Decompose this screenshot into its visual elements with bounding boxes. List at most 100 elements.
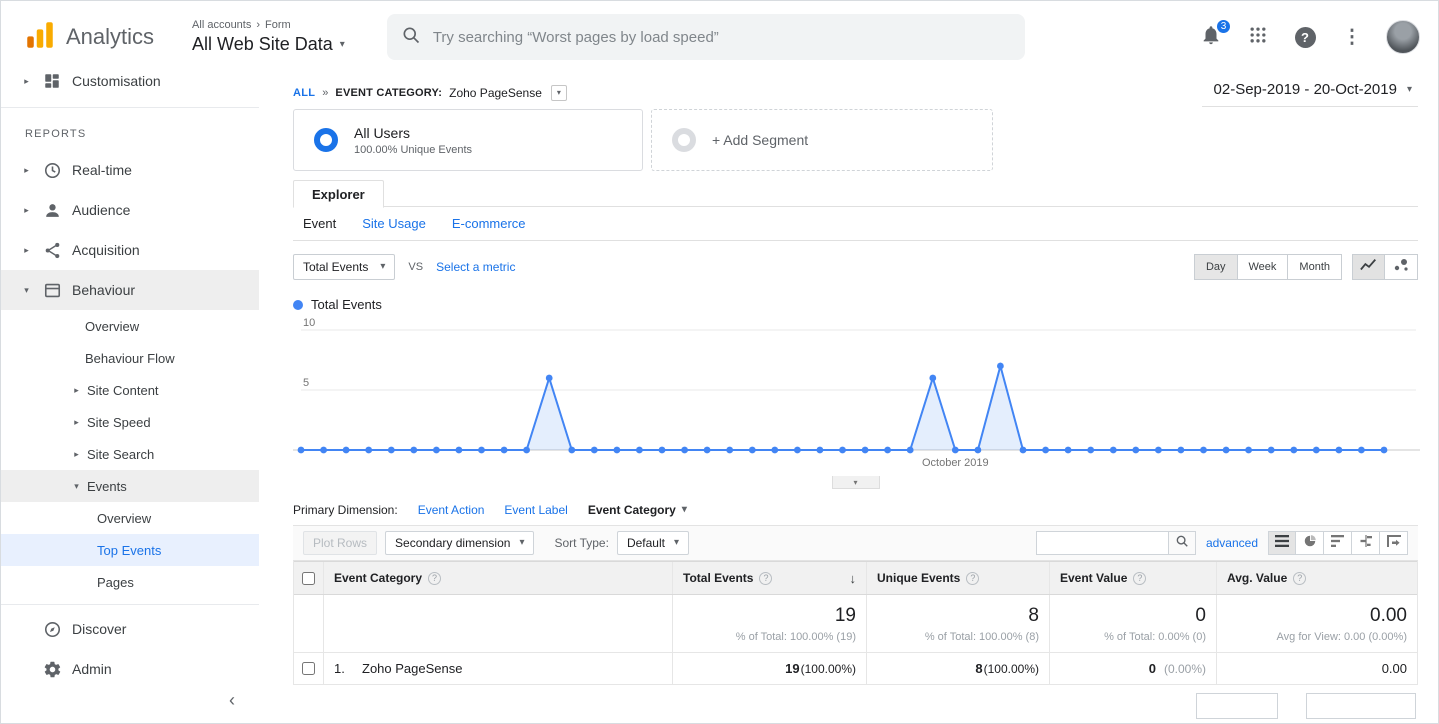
chevron-right-icon xyxy=(71,385,82,396)
help-tooltip-icon[interactable] xyxy=(1133,571,1147,585)
sidebar-item-pages[interactable]: Pages xyxy=(1,566,259,598)
header-unique-events[interactable]: Unique Events xyxy=(866,562,1049,594)
column-label: Event Category xyxy=(334,571,423,585)
help-tooltip-icon[interactable] xyxy=(428,571,442,585)
table-summary-row: 19 % of Total: 100.00% (19) 8 % of Total… xyxy=(294,595,1417,653)
account-picker[interactable]: All accounts › Form All Web Site Data xyxy=(192,19,345,55)
sidebar-item-acquisition[interactable]: Acquisition xyxy=(1,230,259,270)
table-search xyxy=(1035,531,1196,555)
chart-legend: Total Events xyxy=(293,297,1418,312)
sidebar-item-behaviour-overview[interactable]: Overview xyxy=(1,310,259,342)
sidebar-item-site-content[interactable]: Site Content xyxy=(1,374,259,406)
header-avg-value[interactable]: Avg. Value xyxy=(1216,562,1417,594)
plot-rows-button[interactable]: Plot Rows xyxy=(303,531,378,555)
performance-view-button[interactable] xyxy=(1324,531,1352,555)
notifications-button[interactable]: 3 xyxy=(1198,18,1232,50)
granularity-month-button[interactable]: Month xyxy=(1288,254,1342,280)
analytics-logo[interactable]: Analytics xyxy=(23,18,154,57)
percentage-view-button[interactable] xyxy=(1296,531,1324,555)
caret-down-icon xyxy=(380,262,385,272)
date-range-picker[interactable]: 02-Sep-2019 - 20-Oct-2019 xyxy=(1201,79,1418,107)
filter-all-link[interactable]: ALL xyxy=(293,87,315,99)
dimension-event-label[interactable]: Event Label xyxy=(504,503,567,517)
sidebar-divider xyxy=(1,604,259,605)
sidebar-item-events[interactable]: Events xyxy=(1,470,259,502)
sidebar-item-discover[interactable]: Discover xyxy=(1,609,259,649)
sidebar-item-site-speed[interactable]: Site Speed xyxy=(1,406,259,438)
row-category-link[interactable]: Zoho PageSense xyxy=(362,661,462,676)
sidebar-item-behaviour[interactable]: Behaviour xyxy=(1,270,259,310)
summary-note: Avg for View: 0.00 (0.00%) xyxy=(1276,630,1407,643)
table-view-button[interactable] xyxy=(1268,531,1296,555)
sidebar-item-events-overview[interactable]: Overview xyxy=(1,502,259,534)
help-button[interactable] xyxy=(1292,24,1318,50)
annotations-drawer-handle[interactable] xyxy=(831,476,880,489)
metric-dropdown[interactable]: Total Events xyxy=(293,254,396,280)
summary-note: % of Total: 100.00% (19) xyxy=(735,630,856,643)
sort-type-dropdown[interactable]: Default xyxy=(616,531,690,555)
granularity-week-button[interactable]: Week xyxy=(1237,254,1289,280)
cell-percent: (100.00%) xyxy=(800,661,856,676)
header-total-events[interactable]: Total Events xyxy=(672,562,866,594)
user-avatar[interactable] xyxy=(1386,20,1420,54)
subtab-event[interactable]: Event xyxy=(303,216,336,231)
dimension-event-action[interactable]: Event Action xyxy=(418,503,485,517)
metric-dropdown-value: Total Events xyxy=(303,260,369,274)
help-tooltip-icon[interactable] xyxy=(1293,571,1307,585)
filter-dropdown-button[interactable] xyxy=(550,85,567,101)
search-input[interactable] xyxy=(432,28,1017,46)
chevron-right-icon xyxy=(21,165,32,176)
rows-per-page-dropdown[interactable] xyxy=(1196,693,1278,719)
sidebar-item-audience[interactable]: Audience xyxy=(1,190,259,230)
sidebar-item-label: Site Search xyxy=(87,446,155,462)
row-checkbox[interactable] xyxy=(302,662,315,675)
collapse-sidebar-button[interactable] xyxy=(229,690,235,711)
sidebar-item-behaviour-flow[interactable]: Behaviour Flow xyxy=(1,342,259,374)
sidebar-item-admin[interactable]: Admin xyxy=(1,649,259,689)
legend-label: Total Events xyxy=(311,297,382,312)
advanced-filter-link[interactable]: advanced xyxy=(1206,536,1258,550)
comparison-view-button[interactable] xyxy=(1352,531,1380,555)
select-all-checkbox[interactable] xyxy=(302,571,315,585)
page-navigation[interactable] xyxy=(1306,693,1416,719)
pivot-view-button[interactable] xyxy=(1380,531,1408,555)
summary-value: 19 xyxy=(834,604,856,626)
motion-chart-button[interactable] xyxy=(1385,254,1418,280)
header-event-value[interactable]: Event Value xyxy=(1049,562,1216,594)
sidebar-item-top-events[interactable]: Top Events xyxy=(1,534,259,566)
sidebar-item-customisation[interactable]: Customisation xyxy=(1,73,259,101)
svg-text:10: 10 xyxy=(303,317,315,329)
tab-explorer[interactable]: Explorer xyxy=(293,180,384,208)
behaviour-icon xyxy=(42,280,62,300)
secondary-dimension-dropdown[interactable]: Secondary dimension xyxy=(385,531,535,555)
help-tooltip-icon[interactable] xyxy=(966,571,980,585)
cell-value: 19 xyxy=(785,661,800,676)
select-metric-link[interactable]: Select a metric xyxy=(436,260,515,274)
more-menu-button[interactable] xyxy=(1339,24,1365,50)
global-search-bar[interactable] xyxy=(386,14,1025,60)
report-filter-row: ALL » EVENT CATEGORY: Zoho PageSense 02-… xyxy=(293,79,1418,107)
subtab-site-usage[interactable]: Site Usage xyxy=(362,216,426,231)
sidebar-item-realtime[interactable]: Real-time xyxy=(1,150,259,190)
summary-value: 0 xyxy=(1195,604,1206,626)
segment-subtitle: 100.00% Unique Events xyxy=(354,143,473,156)
segment-all-users[interactable]: All Users 100.00% Unique Events xyxy=(293,109,643,171)
table-search-button[interactable] xyxy=(1167,531,1196,555)
header-event-category[interactable]: Event Category xyxy=(324,562,672,594)
column-label: Avg. Value xyxy=(1227,571,1288,585)
help-tooltip-icon[interactable] xyxy=(759,571,773,585)
sidebar-item-label: Admin xyxy=(72,661,112,677)
caret-down-icon xyxy=(340,40,345,50)
apps-grid-button[interactable] xyxy=(1245,24,1271,50)
sidebar-item-site-search[interactable]: Site Search xyxy=(1,438,259,470)
chart-area: 5 10 October 2019 xyxy=(293,314,1420,476)
line-chart-button[interactable] xyxy=(1352,254,1385,280)
add-segment-button[interactable]: + Add Segment xyxy=(651,109,993,171)
table-search-input[interactable] xyxy=(1035,531,1168,555)
summary-unique-events: 8 % of Total: 100.00% (8) xyxy=(866,595,1049,652)
granularity-day-button[interactable]: Day xyxy=(1193,254,1238,280)
subtab-ecommerce[interactable]: E-commerce xyxy=(452,216,526,231)
admin-gear-icon xyxy=(42,659,62,679)
dimension-event-category[interactable]: Event Category xyxy=(588,503,687,517)
realtime-icon xyxy=(42,160,62,180)
